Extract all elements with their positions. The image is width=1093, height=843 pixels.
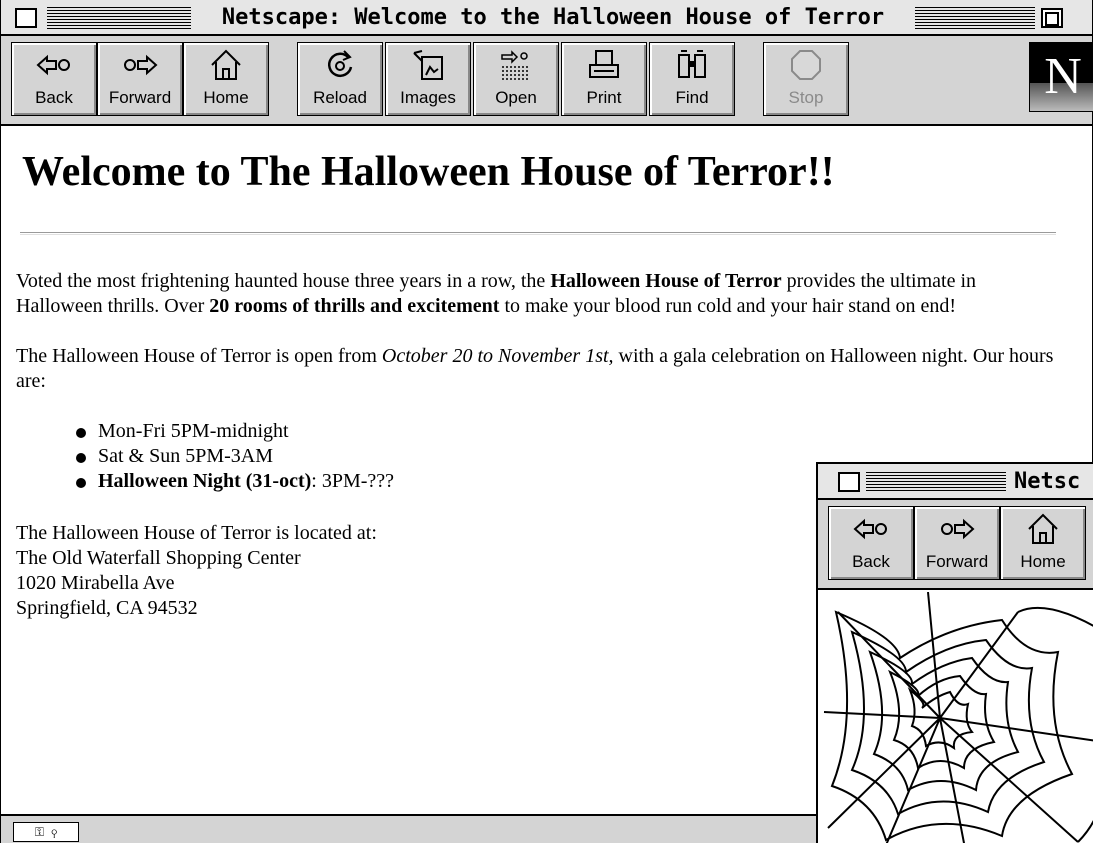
- title-bar[interactable]: Netscape: Welcome to the Halloween House…: [1, 0, 1092, 36]
- back-label: Back: [852, 552, 890, 571]
- stop-label: Stop: [788, 88, 824, 107]
- dates-paragraph: The Halloween House of Terror is open fr…: [16, 344, 1076, 394]
- halloween-hours: : 3PM-???: [311, 470, 395, 492]
- dates-italic: October 20 to November 1st,: [381, 345, 614, 367]
- open-button[interactable]: Open: [473, 42, 559, 116]
- second-title-bar[interactable]: Netsc: [818, 464, 1093, 500]
- close-box[interactable]: [15, 8, 37, 28]
- title-bar-stripes: [866, 472, 1006, 492]
- netscape-logo[interactable]: N: [1029, 42, 1093, 112]
- find-binoculars-icon: [650, 43, 734, 87]
- print-icon: [562, 43, 646, 87]
- intro-paragraph: Voted the most frightening haunted house…: [16, 269, 1076, 319]
- close-box[interactable]: [838, 472, 860, 492]
- address-intro: The Halloween House of Terror is located…: [16, 522, 377, 544]
- toolbar: Back Forward Home Reload Images Open Pri…: [1, 36, 1093, 126]
- page-heading: Welcome to The Halloween House of Terror…: [22, 149, 835, 195]
- intro-text: Voted the most frightening haunted house…: [16, 270, 551, 292]
- list-item: Mon-Fri 5PM-midnight: [76, 419, 1076, 444]
- back-arrow-icon: [829, 507, 913, 551]
- find-label: Find: [675, 88, 709, 107]
- forward-button[interactable]: Forward: [97, 42, 183, 116]
- second-toolbar: Back Forward Home: [818, 500, 1093, 590]
- forward-label: Forward: [925, 552, 989, 571]
- stop-button[interactable]: Stop: [763, 42, 849, 116]
- print-button[interactable]: Print: [561, 42, 647, 116]
- address-line: 1020 Mirabella Ave: [16, 572, 175, 594]
- home-button[interactable]: Home: [1000, 506, 1086, 580]
- open-label: Open: [495, 88, 537, 107]
- back-arrow-icon: [12, 43, 96, 87]
- back-label: Back: [35, 88, 73, 107]
- home-label: Home: [203, 88, 249, 107]
- forward-arrow-icon: [915, 507, 999, 551]
- forward-arrow-icon: [98, 43, 182, 87]
- back-button[interactable]: Back: [11, 42, 97, 116]
- intro-bold-name: Halloween House of Terror: [550, 270, 782, 292]
- zoom-box[interactable]: [1041, 8, 1063, 28]
- second-browser-window[interactable]: Netsc Back Forward Home: [816, 462, 1093, 843]
- home-label: Home: [1020, 552, 1066, 571]
- logo-letter: N: [1044, 48, 1082, 105]
- images-button[interactable]: Images: [385, 42, 471, 116]
- back-button[interactable]: Back: [828, 506, 914, 580]
- home-button[interactable]: Home: [183, 42, 269, 116]
- second-window-title: Netsc: [1014, 469, 1081, 494]
- address-line: Springfield, CA 94532: [16, 597, 198, 619]
- title-bar-stripes: [47, 7, 191, 29]
- security-key-icon[interactable]: ⚿ ⚲: [13, 822, 79, 842]
- find-button[interactable]: Find: [649, 42, 735, 116]
- home-icon: [184, 43, 268, 87]
- halloween-label: Halloween Night (31-oct): [98, 470, 312, 492]
- reload-button[interactable]: Reload: [297, 42, 383, 116]
- horizontal-rule: [20, 232, 1056, 235]
- intro-bold-rooms: 20 rooms of thrills and excitement: [209, 295, 500, 317]
- reload-icon: [298, 43, 382, 87]
- open-icon: [474, 43, 558, 87]
- dates-text: The Halloween House of Terror is open fr…: [16, 345, 382, 367]
- print-label: Print: [586, 88, 622, 107]
- images-label: Images: [400, 88, 456, 107]
- title-bar-stripes: [915, 7, 1035, 29]
- stop-icon: [764, 43, 848, 87]
- forward-label: Forward: [108, 88, 172, 107]
- spider-web-image: [818, 591, 1093, 843]
- address-line: The Old Waterfall Shopping Center: [16, 547, 301, 569]
- reload-label: Reload: [313, 88, 367, 107]
- intro-text: to make your blood run cold and your hai…: [499, 295, 956, 317]
- home-icon: [1001, 507, 1085, 551]
- forward-button[interactable]: Forward: [914, 506, 1000, 580]
- images-icon: [386, 43, 470, 87]
- window-title: Netscape: Welcome to the Halloween House…: [191, 3, 915, 33]
